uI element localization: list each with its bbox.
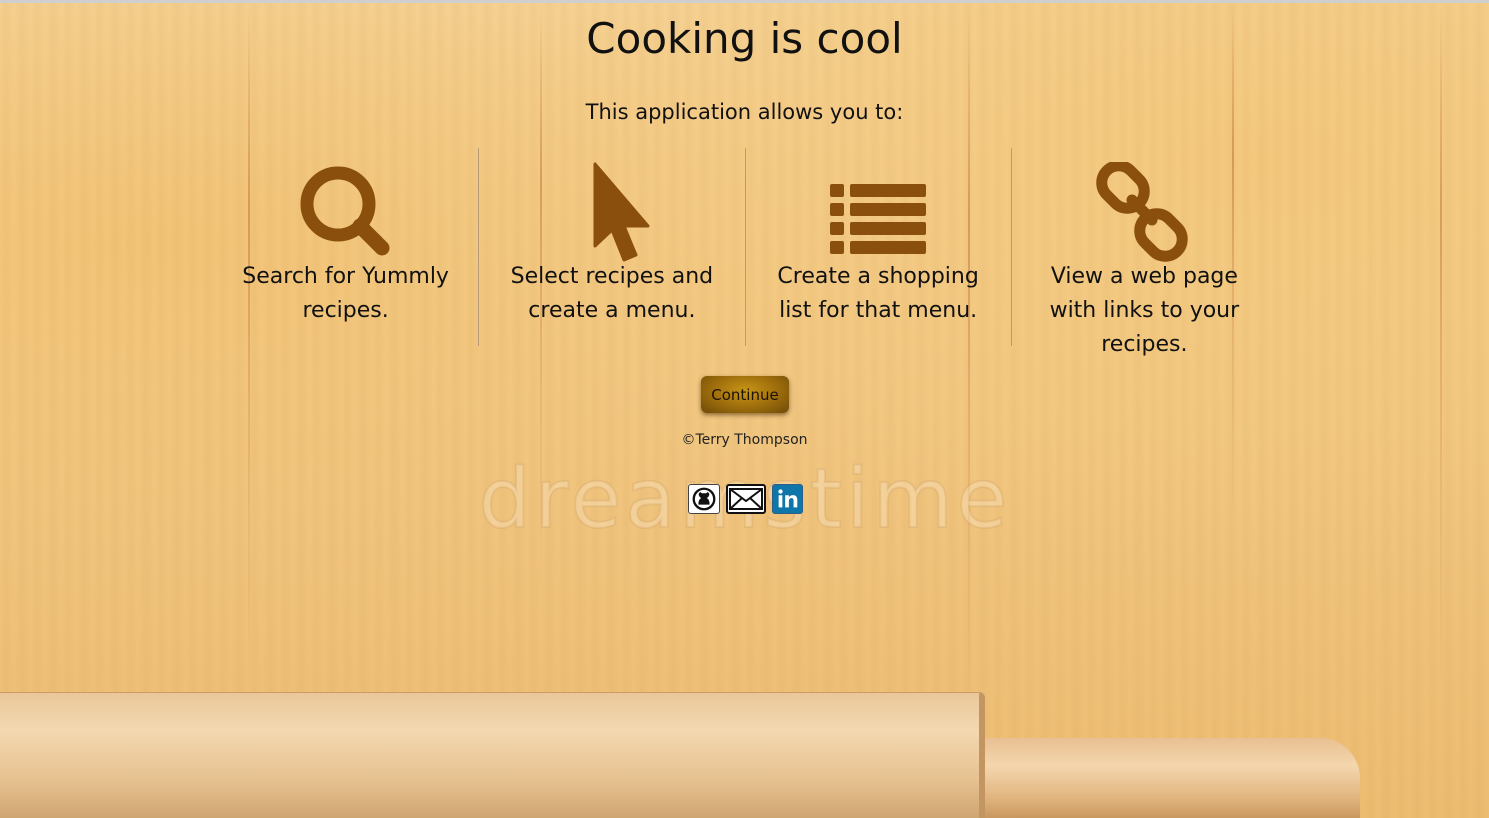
copyright-text: ©Terry Thompson — [681, 432, 808, 448]
email-icon — [729, 488, 763, 510]
link-icon — [1094, 162, 1194, 262]
feature-label: Select recipes and create a menu. — [510, 264, 714, 323]
continue-button[interactable]: Continue — [701, 376, 789, 413]
page-title: Cooking is cool — [586, 14, 903, 63]
feature-web-page: View a web page with links to your recip… — [1010, 148, 1277, 357]
feature-search: Search for Yummly recipes. — [213, 148, 478, 346]
cursor-icon — [562, 162, 662, 262]
list-icon — [828, 162, 928, 262]
feature-shopping-list: Create a shopping list for that menu. — [744, 148, 1011, 346]
top-border — [0, 0, 1489, 3]
social-links — [688, 484, 803, 514]
feature-select: Select recipes and create a menu. — [478, 148, 744, 346]
feature-label: View a web page with links to your recip… — [1049, 264, 1240, 357]
github-link[interactable] — [688, 484, 720, 514]
rolling-pin-handle-image — [985, 738, 1360, 818]
email-link[interactable] — [726, 484, 766, 514]
feature-label: Create a shopping list for that menu. — [777, 264, 979, 323]
github-icon — [692, 487, 716, 511]
feature-list: Search for Yummly recipes. Select recipe… — [213, 148, 1277, 357]
page-subtitle: This application allows you to: — [585, 100, 904, 124]
rolling-pin-image — [0, 692, 985, 818]
linkedin-icon — [773, 485, 802, 513]
search-icon — [296, 162, 396, 262]
feature-label: Search for Yummly recipes. — [242, 264, 449, 323]
linkedin-link[interactable] — [772, 484, 803, 514]
